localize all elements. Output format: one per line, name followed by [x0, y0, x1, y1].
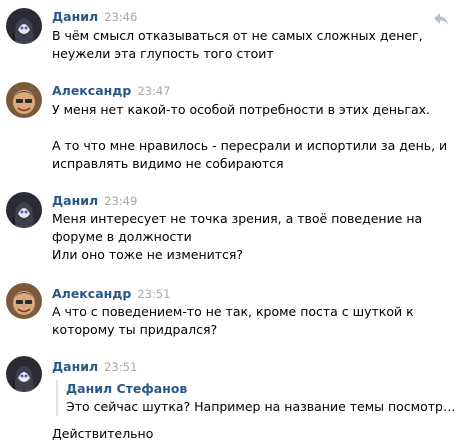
message-text: Действительно — [52, 425, 448, 443]
message-text: Меня интересует не точка зрения, а твоё … — [52, 210, 448, 264]
author-name[interactable]: Данил — [52, 359, 98, 374]
text-line: А что с поведением-то не так, кроме пост… — [52, 304, 414, 319]
text-line: Или оно тоже не изменится? — [52, 247, 244, 262]
message-text: У меня нет какой-то особой потребности в… — [52, 101, 448, 173]
author-name[interactable]: Александр — [52, 286, 131, 301]
quote-text: Это сейчас шутка? Например на название т… — [66, 399, 457, 414]
text-line: Меня интересует не точка зрения, а твоё … — [52, 211, 423, 226]
dark-masked-figure-icon — [6, 356, 42, 392]
message-header: Данил 23:49 — [52, 193, 137, 209]
quote-author[interactable]: Данил Стефанов — [66, 380, 457, 398]
message-time[interactable]: 23:46 — [104, 10, 137, 24]
avatar-danil[interactable] — [6, 8, 42, 44]
text-line: А то что мне нравилось - пересрали и исп… — [52, 138, 448, 153]
avatar-alexandr[interactable] — [6, 283, 42, 319]
message-header: Александр 23:47 — [52, 83, 170, 99]
author-name[interactable]: Данил — [52, 9, 98, 24]
smiling-face-icon — [6, 82, 42, 118]
text-line: У меня нет какой-то особой потребности в… — [52, 102, 431, 117]
text-line: форуме в должности — [52, 229, 192, 244]
reply-icon[interactable] — [433, 12, 449, 26]
avatar-danil[interactable] — [6, 356, 42, 392]
author-name[interactable]: Александр — [52, 83, 131, 98]
text-line: В чём смысл отказываться от не самых сло… — [52, 28, 423, 43]
text-line: исправлять видимо не собираются — [52, 156, 284, 171]
avatar-alexandr[interactable] — [6, 82, 42, 118]
message-header: Александр 23:51 — [52, 286, 170, 302]
forwarded-quote[interactable]: Данил Стефанов Это сейчас шутка? Наприме… — [56, 380, 457, 416]
message-time[interactable]: 23:51 — [104, 360, 137, 374]
message-time[interactable]: 23:49 — [104, 194, 137, 208]
smiling-face-icon — [6, 283, 42, 319]
author-name[interactable]: Данил — [52, 193, 98, 208]
dark-masked-figure-icon — [6, 8, 42, 44]
message-header: Данил 23:46 — [52, 9, 137, 25]
message-text: В чём смысл отказываться от не самых сло… — [52, 27, 448, 63]
text-line: неужели эта глупость того стоит — [52, 46, 274, 61]
message-header: Данил 23:51 — [52, 359, 137, 375]
avatar-danil[interactable] — [6, 192, 42, 228]
message-text: А что с поведением-то не так, кроме пост… — [52, 303, 448, 339]
message-time[interactable]: 23:51 — [137, 287, 170, 301]
text-line: Действительно — [52, 426, 154, 441]
dark-masked-figure-icon — [6, 192, 42, 228]
text-line: которому ты придрался? — [52, 322, 218, 337]
message-time[interactable]: 23:47 — [137, 84, 170, 98]
